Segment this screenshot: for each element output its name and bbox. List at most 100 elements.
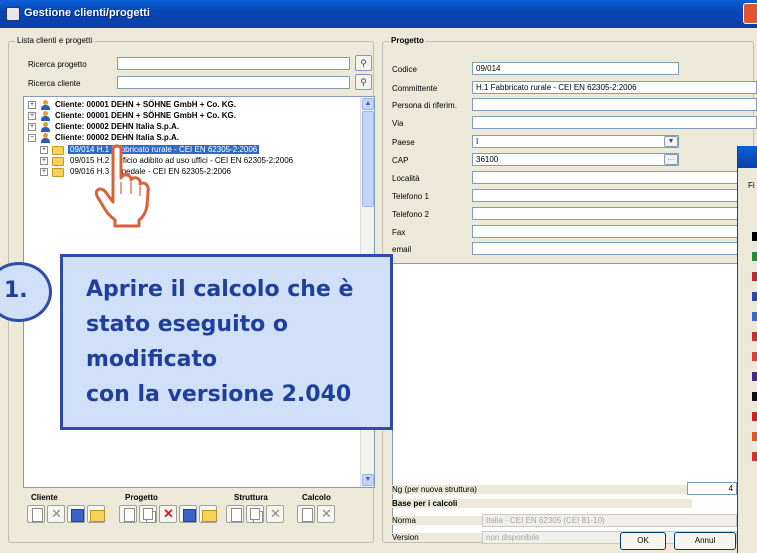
field-label: CAP bbox=[392, 156, 409, 165]
new-structure-button[interactable] bbox=[226, 505, 244, 523]
collapse-icon[interactable]: − bbox=[28, 134, 36, 142]
email-input[interactable] bbox=[472, 242, 757, 255]
ellipsis-icon[interactable]: … bbox=[664, 154, 678, 165]
title-bar[interactable]: Gestione clienti/progetti bbox=[0, 0, 757, 28]
project-toolbar: Progetto bbox=[117, 493, 222, 529]
app-icon bbox=[6, 7, 20, 21]
base-label: Base per i calcoli bbox=[392, 499, 692, 508]
codice-input[interactable]: 09/014 bbox=[472, 62, 679, 75]
flag-icon bbox=[752, 272, 757, 281]
localita-input[interactable] bbox=[472, 171, 757, 184]
folder-icon bbox=[52, 157, 64, 166]
instruction-callout: Aprire il calcolo che è stato eseguito o… bbox=[60, 254, 393, 430]
delete-structure-button[interactable] bbox=[266, 505, 284, 523]
background-window-titlebar[interactable] bbox=[738, 146, 757, 168]
instruction-text: Aprire il calcolo che è stato eseguito o… bbox=[86, 272, 396, 412]
flag-icon bbox=[752, 232, 757, 241]
search-project-label: Ricerca progetto bbox=[28, 60, 87, 69]
expand-icon[interactable]: + bbox=[40, 168, 48, 176]
committente-input[interactable]: H.1 Fabbricato rurale - CEI EN 62305-2:2… bbox=[472, 81, 757, 94]
ng-input[interactable]: 4 bbox=[687, 482, 737, 495]
flag-icon bbox=[752, 452, 757, 461]
structure-toolbar: Struttura bbox=[226, 493, 291, 529]
flag-icon bbox=[752, 252, 757, 261]
instruction-line: stato eseguito o modificato bbox=[86, 312, 289, 372]
instruction-line: Aprire il calcolo che è bbox=[86, 277, 354, 302]
delete-project-button[interactable] bbox=[159, 505, 177, 523]
background-window[interactable]: Fi bbox=[737, 146, 757, 553]
structure-toolbar-label: Struttura bbox=[234, 493, 268, 502]
client-toolbar-label: Cliente bbox=[31, 493, 58, 502]
expand-icon[interactable]: + bbox=[40, 146, 48, 154]
cap-input[interactable]: 36100 bbox=[472, 153, 679, 166]
scroll-up-icon[interactable]: ▲ bbox=[362, 98, 374, 110]
scroll-down-icon[interactable]: ▼ bbox=[362, 474, 374, 486]
new-calculation-button[interactable] bbox=[297, 505, 315, 523]
telefono2-input[interactable] bbox=[472, 207, 757, 220]
fax-input[interactable] bbox=[472, 225, 757, 238]
ng-label: Ng (per nuova struttura) bbox=[392, 485, 692, 494]
delete-calculation-button[interactable] bbox=[317, 505, 335, 523]
group-label: Progetto bbox=[389, 36, 426, 45]
field-label: Paese bbox=[392, 138, 415, 147]
tree-row-label: Cliente: 00001 DEHN + SÖHNE GmbH + Co. K… bbox=[55, 100, 236, 109]
field-label: Telefono 1 bbox=[392, 192, 429, 201]
group-label: Lista clienti e progetti bbox=[15, 36, 95, 45]
client-icon bbox=[41, 100, 50, 110]
flag-icon bbox=[752, 312, 757, 321]
close-button[interactable] bbox=[743, 3, 757, 24]
flag-icon bbox=[752, 292, 757, 301]
expand-icon[interactable]: + bbox=[40, 157, 48, 165]
field-label: Località bbox=[392, 174, 420, 183]
ok-button[interactable]: OK bbox=[620, 532, 666, 550]
delete-client-button[interactable] bbox=[47, 505, 65, 523]
chevron-down-icon[interactable]: ▼ bbox=[664, 136, 678, 147]
paese-select[interactable]: I bbox=[472, 135, 679, 148]
main-window: Gestione clienti/progetti Lista clienti … bbox=[0, 0, 757, 553]
expand-icon[interactable]: + bbox=[28, 101, 36, 109]
flag-icon bbox=[752, 332, 757, 341]
new-client-button[interactable] bbox=[27, 505, 45, 523]
folder-icon bbox=[52, 168, 64, 177]
flag-icon bbox=[752, 372, 757, 381]
file-menu[interactable]: Fi bbox=[748, 181, 755, 190]
via-input[interactable] bbox=[472, 116, 757, 129]
search-project-input[interactable] bbox=[117, 57, 350, 70]
save-client-button[interactable] bbox=[67, 505, 85, 523]
field-label: email bbox=[392, 245, 412, 254]
copy-project-button[interactable] bbox=[139, 505, 157, 523]
flag-icon bbox=[752, 432, 757, 441]
expand-icon[interactable]: + bbox=[28, 112, 36, 120]
new-project-button[interactable] bbox=[119, 505, 137, 523]
field-label: Persona di riferim. bbox=[392, 101, 457, 110]
client-icon bbox=[41, 133, 50, 143]
scroll-thumb[interactable] bbox=[362, 111, 374, 207]
version-label: Version bbox=[392, 533, 482, 542]
field-label: Fax bbox=[392, 228, 406, 237]
search-icon: ⚲ bbox=[360, 58, 367, 68]
search-client-button[interactable]: ⚲ bbox=[355, 74, 372, 90]
persona-input[interactable] bbox=[472, 98, 757, 111]
telefono1-input[interactable] bbox=[472, 189, 757, 202]
search-client-input[interactable] bbox=[117, 76, 350, 89]
window-title: Gestione clienti/progetti bbox=[24, 7, 150, 19]
save-project-button[interactable] bbox=[179, 505, 197, 523]
flag-icon bbox=[752, 352, 757, 361]
open-client-button[interactable] bbox=[87, 505, 105, 523]
field-label: Telefono 2 bbox=[392, 210, 429, 219]
project-toolbar-label: Progetto bbox=[125, 493, 158, 502]
tree-row-label: Cliente: 00001 DEHN + SÖHNE GmbH + Co. K… bbox=[55, 111, 236, 120]
flag-icon bbox=[752, 392, 757, 401]
open-project-button[interactable] bbox=[199, 505, 217, 523]
search-client-label: Ricerca cliente bbox=[28, 79, 81, 88]
search-project-button[interactable]: ⚲ bbox=[355, 55, 372, 71]
field-label: Committente bbox=[392, 84, 438, 93]
copy-structure-button[interactable] bbox=[246, 505, 264, 523]
instruction-line: con la versione 2.040 bbox=[86, 382, 352, 407]
step-number: 1. bbox=[4, 278, 28, 303]
hand-pointer-icon bbox=[94, 144, 150, 228]
folder-icon bbox=[52, 146, 64, 155]
client-icon bbox=[41, 122, 50, 132]
expand-icon[interactable]: + bbox=[28, 123, 36, 131]
cancel-button[interactable]: Annul bbox=[674, 532, 736, 550]
